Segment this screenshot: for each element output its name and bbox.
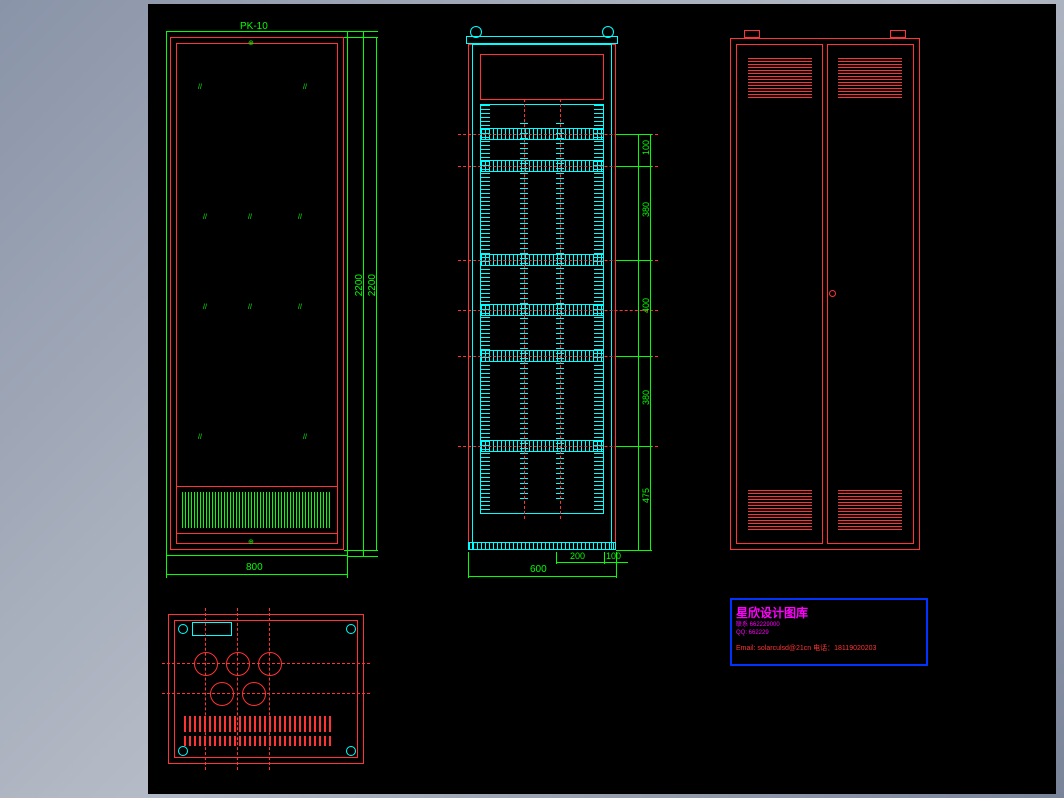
dim-600: 600 — [530, 564, 547, 575]
top-hole-4 — [210, 682, 234, 706]
side-base — [468, 542, 616, 550]
rear-door-left — [736, 44, 823, 544]
rear-vent-tr — [838, 58, 902, 98]
rear-vent-bl — [748, 490, 812, 530]
cad-canvas: PK-10 ⊕ ⊕ // // // // // // // // // // … — [148, 4, 1056, 794]
front-door-outline — [176, 43, 338, 544]
title-line1: 联系 662229000 — [736, 621, 922, 629]
side-top-window — [480, 54, 604, 100]
top-hole-3 — [258, 652, 282, 676]
dim-h400: 400 — [641, 298, 651, 313]
title-main: 星欣设计图库 — [736, 604, 922, 621]
front-vent-slots — [182, 492, 332, 528]
rear-vent-tl — [748, 58, 812, 98]
dim-h380a: 380 — [641, 202, 651, 217]
top-bracket — [192, 622, 232, 636]
title-line2: QQ: 662229 — [736, 629, 922, 637]
top-hole-5 — [242, 682, 266, 706]
label-underline — [166, 31, 348, 32]
dim-200: 200 — [570, 551, 585, 561]
title-footer: Email: solarculsd@21cn 电话：18119020203 — [736, 643, 922, 653]
dim-2200a: 2200 — [354, 274, 365, 296]
dim-line-800 — [166, 574, 348, 575]
dim-h475: 475 — [641, 488, 651, 503]
rear-bracket-l — [744, 30, 760, 38]
top-hole-2 — [226, 652, 250, 676]
dim-h380b: 380 — [641, 390, 651, 405]
top-slots-2 — [184, 736, 334, 746]
rear-handle — [829, 290, 836, 297]
dim-h100: 100 — [641, 140, 651, 155]
dim-2200b: 2200 — [367, 274, 378, 296]
dim-800: 800 — [246, 562, 263, 573]
top-slots-1 — [184, 716, 334, 732]
dim-100w: 100 — [606, 551, 621, 561]
side-top-cap — [466, 36, 618, 44]
rear-door-right — [827, 44, 914, 544]
title-block: 星欣设计图库 联系 662229000 QQ: 662229 Email: so… — [730, 598, 928, 666]
top-hole-1 — [194, 652, 218, 676]
rear-bracket-r — [890, 30, 906, 38]
rear-vent-br — [838, 490, 902, 530]
